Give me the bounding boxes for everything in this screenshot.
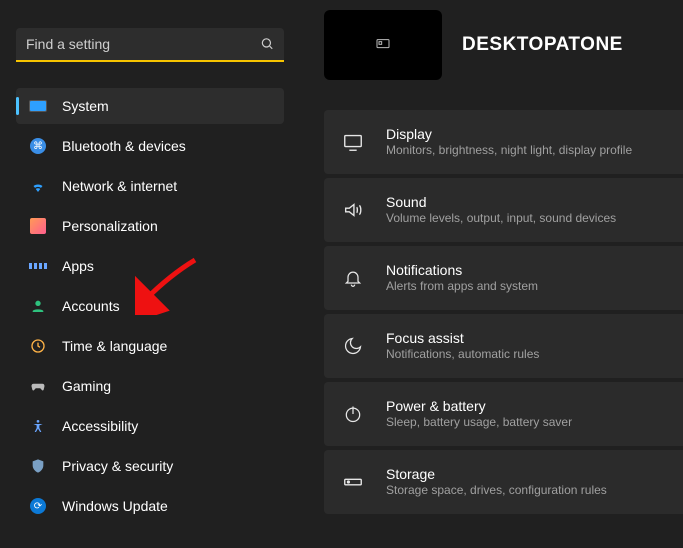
paint-icon <box>28 216 48 236</box>
sidebar-item-gaming[interactable]: Gaming <box>16 368 284 404</box>
card-subtitle: Monitors, brightness, night light, displ… <box>386 143 632 159</box>
update-icon: ⟳ <box>28 496 48 516</box>
card-text: Notifications Alerts from apps and syste… <box>386 261 538 295</box>
moon-icon <box>342 335 364 357</box>
device-name: DESKTOPATONE <box>462 34 623 56</box>
gaming-icon <box>28 376 48 396</box>
card-notifications[interactable]: Notifications Alerts from apps and syste… <box>324 246 683 310</box>
card-text: Display Monitors, brightness, night ligh… <box>386 125 632 159</box>
monitor-icon <box>28 96 48 116</box>
sidebar-item-personalization[interactable]: Personalization <box>16 208 284 244</box>
display-icon <box>342 131 364 153</box>
main-content: DESKTOPATONE Display Monitors, brightnes… <box>300 0 683 548</box>
sidebar: System ⌘ Bluetooth & devices Network & i… <box>0 0 300 548</box>
card-title: Notifications <box>386 261 538 279</box>
nav-list: System ⌘ Bluetooth & devices Network & i… <box>16 88 284 524</box>
sidebar-item-bluetooth[interactable]: ⌘ Bluetooth & devices <box>16 128 284 164</box>
sidebar-item-label: Apps <box>62 258 94 274</box>
card-text: Focus assist Notifications, automatic ru… <box>386 329 539 363</box>
card-subtitle: Alerts from apps and system <box>386 279 538 295</box>
sidebar-item-label: Network & internet <box>62 178 177 194</box>
card-title: Power & battery <box>386 397 572 415</box>
card-subtitle: Notifications, automatic rules <box>386 347 539 363</box>
clock-icon <box>28 336 48 356</box>
sidebar-item-label: Accounts <box>62 298 120 314</box>
sound-icon <box>342 199 364 221</box>
settings-cards: Display Monitors, brightness, night ligh… <box>300 110 683 514</box>
apps-icon <box>28 256 48 276</box>
card-storage[interactable]: Storage Storage space, drives, configura… <box>324 450 683 514</box>
power-icon <box>342 403 364 425</box>
sidebar-item-accessibility[interactable]: Accessibility <box>16 408 284 444</box>
card-text: Storage Storage space, drives, configura… <box>386 465 607 499</box>
search-wrap <box>16 28 284 62</box>
card-text: Sound Volume levels, output, input, soun… <box>386 193 616 227</box>
card-display[interactable]: Display Monitors, brightness, night ligh… <box>324 110 683 174</box>
sidebar-item-system[interactable]: System <box>16 88 284 124</box>
desktop-thumbnail <box>324 10 442 80</box>
sidebar-item-label: System <box>62 98 109 114</box>
accessibility-icon <box>28 416 48 436</box>
sidebar-item-label: Personalization <box>62 218 158 234</box>
card-title: Sound <box>386 193 616 211</box>
card-title: Storage <box>386 465 607 483</box>
sidebar-item-network[interactable]: Network & internet <box>16 168 284 204</box>
sidebar-item-label: Gaming <box>62 378 111 394</box>
card-title: Display <box>386 125 632 143</box>
sidebar-item-label: Accessibility <box>62 418 138 434</box>
sidebar-item-privacy[interactable]: Privacy & security <box>16 448 284 484</box>
shield-icon <box>28 456 48 476</box>
storage-icon <box>342 471 364 493</box>
sidebar-item-label: Privacy & security <box>62 458 173 474</box>
card-text: Power & battery Sleep, battery usage, ba… <box>386 397 572 431</box>
sidebar-item-label: Windows Update <box>62 498 168 514</box>
sidebar-item-label: Bluetooth & devices <box>62 138 186 154</box>
header: DESKTOPATONE <box>300 10 683 80</box>
person-icon <box>28 296 48 316</box>
wifi-icon <box>28 176 48 196</box>
sidebar-item-accounts[interactable]: Accounts <box>16 288 284 324</box>
sidebar-item-label: Time & language <box>62 338 167 354</box>
sidebar-item-update[interactable]: ⟳ Windows Update <box>16 488 284 524</box>
bell-icon <box>342 267 364 289</box>
sidebar-item-time[interactable]: Time & language <box>16 328 284 364</box>
card-title: Focus assist <box>386 329 539 347</box>
card-subtitle: Sleep, battery usage, battery saver <box>386 415 572 431</box>
search-input[interactable] <box>16 28 284 62</box>
sidebar-item-apps[interactable]: Apps <box>16 248 284 284</box>
card-subtitle: Volume levels, output, input, sound devi… <box>386 211 616 227</box>
bluetooth-icon: ⌘ <box>28 136 48 156</box>
card-focus-assist[interactable]: Focus assist Notifications, automatic ru… <box>324 314 683 378</box>
card-sound[interactable]: Sound Volume levels, output, input, soun… <box>324 178 683 242</box>
card-subtitle: Storage space, drives, configuration rul… <box>386 483 607 499</box>
card-power[interactable]: Power & battery Sleep, battery usage, ba… <box>324 382 683 446</box>
